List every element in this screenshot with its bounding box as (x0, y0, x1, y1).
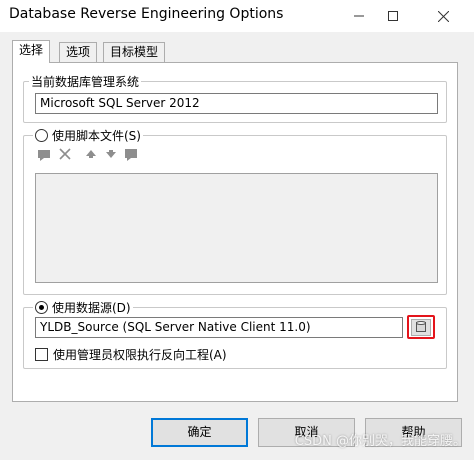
maximize-icon (388, 11, 398, 21)
close-icon (437, 10, 449, 22)
browse-datasource-button[interactable] (407, 315, 435, 339)
dbms-label: 当前数据库管理系统 (29, 75, 142, 89)
minimize-icon (354, 15, 364, 17)
delete-script-icon[interactable] (57, 146, 73, 162)
move-up-icon[interactable] (83, 146, 99, 162)
browse-datasource-inner (411, 318, 431, 336)
add-script-icon[interactable] (37, 146, 53, 162)
script-files-radio-label: 使用脚本文件(S) (52, 129, 141, 143)
script-files-radio[interactable]: 使用脚本文件(S) (33, 127, 143, 144)
datasource-field: YLDB_Source (SQL Server Native Client 11… (35, 317, 403, 338)
ok-button[interactable]: 确定 (151, 418, 248, 447)
dbms-field: Microsoft SQL Server 2012 (35, 93, 438, 114)
tab-panel: 当前数据库管理系统 Microsoft SQL Server 2012 使用脚本… (12, 62, 458, 402)
admin-checkbox-label: 使用管理员权限执行反向工程(A) (53, 348, 227, 362)
admin-checkbox[interactable]: 使用管理员权限执行反向工程(A) (35, 346, 227, 363)
close-button[interactable] (420, 0, 466, 32)
window-title: Database Reverse Engineering Options (9, 6, 284, 22)
tab-selection[interactable]: 选择 (12, 40, 51, 63)
script-files-list[interactable] (35, 173, 438, 283)
edit-script-icon[interactable] (123, 146, 139, 162)
datasource-radio[interactable]: 使用数据源(D) (33, 299, 133, 316)
move-down-icon[interactable] (103, 146, 119, 162)
maximize-button[interactable] (370, 0, 416, 32)
tab-options[interactable]: 选项 (59, 42, 98, 62)
datasource-radio-circle (35, 301, 48, 314)
watermark: CSDN @你别哭，我能穿腰。 (294, 434, 466, 449)
admin-checkbox-box[interactable] (35, 348, 48, 361)
script-files-radio-circle (35, 129, 48, 142)
datasource-radio-label: 使用数据源(D) (52, 301, 131, 315)
tab-target-model[interactable]: 目标模型 (103, 42, 166, 62)
database-icon (416, 321, 426, 332)
title-bar: Database Reverse Engineering Options (0, 0, 474, 32)
